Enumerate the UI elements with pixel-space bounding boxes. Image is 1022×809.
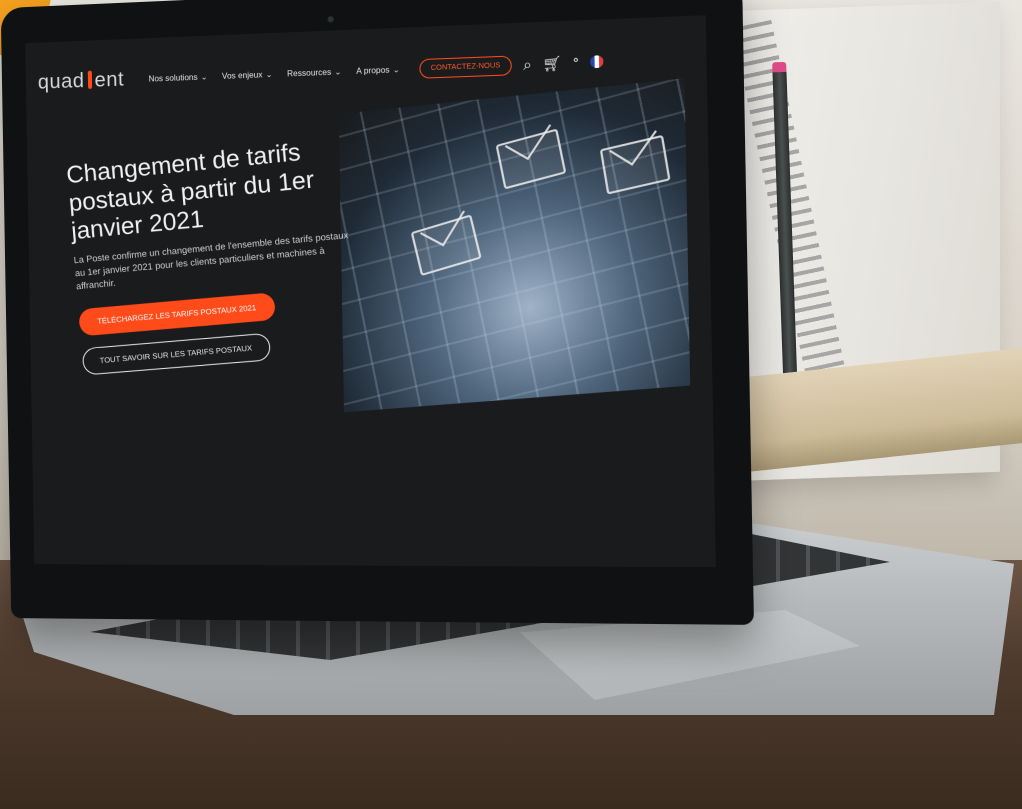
- nav-label: A propos: [356, 64, 390, 76]
- nav-item-apropos[interactable]: A propos ⌄: [356, 64, 400, 75]
- cart-icon[interactable]: 🛒︎: [542, 54, 562, 73]
- nav-item-solutions[interactable]: Nos solutions ⌄: [148, 72, 207, 83]
- webcam: [327, 16, 334, 23]
- nav-item-enjeux[interactable]: Vos enjeux ⌄: [222, 69, 273, 80]
- contact-button[interactable]: CONTACTEZ-NOUS: [418, 54, 513, 79]
- nav-label: Vos enjeux: [221, 69, 263, 81]
- hero-title: Changement de tarifs postaux à partir du…: [65, 138, 316, 246]
- user-icon[interactable]: ᐤ: [573, 53, 579, 71]
- logo-text-right: ent: [94, 67, 125, 92]
- main-nav: Nos solutions ⌄ Vos enjeux ⌄ Ressources ⌄ A…: [148, 64, 400, 83]
- chevron-down-icon: ⌄: [392, 64, 400, 75]
- logo-mark-icon: [87, 70, 92, 89]
- chevron-down-icon: ⌄: [334, 66, 342, 77]
- photo-scene: quad ent Nos solutions ⌄ Vos enjeux ⌄ Resso…: [0, 0, 1022, 809]
- nav-label: Ressources: [286, 67, 332, 78]
- laptop-lid: quad ent Nos solutions ⌄ Vos enjeux ⌄ Resso…: [0, 0, 754, 625]
- nav-item-ressources[interactable]: Ressources ⌄: [287, 67, 342, 78]
- chevron-down-icon: ⌄: [265, 69, 273, 79]
- chevron-down-icon: ⌄: [200, 71, 208, 82]
- envelope-icon: [495, 128, 567, 190]
- envelope-icon: [599, 134, 671, 195]
- logo-text-left: quad: [37, 69, 85, 94]
- download-tarifs-button[interactable]: TÉLÉCHARGEZ LES TARIFS POSTAUX 2021: [78, 292, 276, 337]
- header-icons: ⌕ 🛒︎ ᐤ: [523, 53, 603, 74]
- laptop-screen: quad ent Nos solutions ⌄ Vos enjeux ⌄ Resso…: [25, 15, 716, 568]
- nav-label: Nos solutions: [148, 72, 198, 84]
- search-icon[interactable]: ⌕: [523, 55, 532, 73]
- envelope-icon: [410, 214, 482, 277]
- site-logo[interactable]: quad ent: [38, 68, 125, 94]
- hero-text: Changement de tarifs postaux à partir du…: [65, 131, 392, 376]
- hero-image: [338, 78, 691, 413]
- french-flag-icon[interactable]: [589, 55, 603, 69]
